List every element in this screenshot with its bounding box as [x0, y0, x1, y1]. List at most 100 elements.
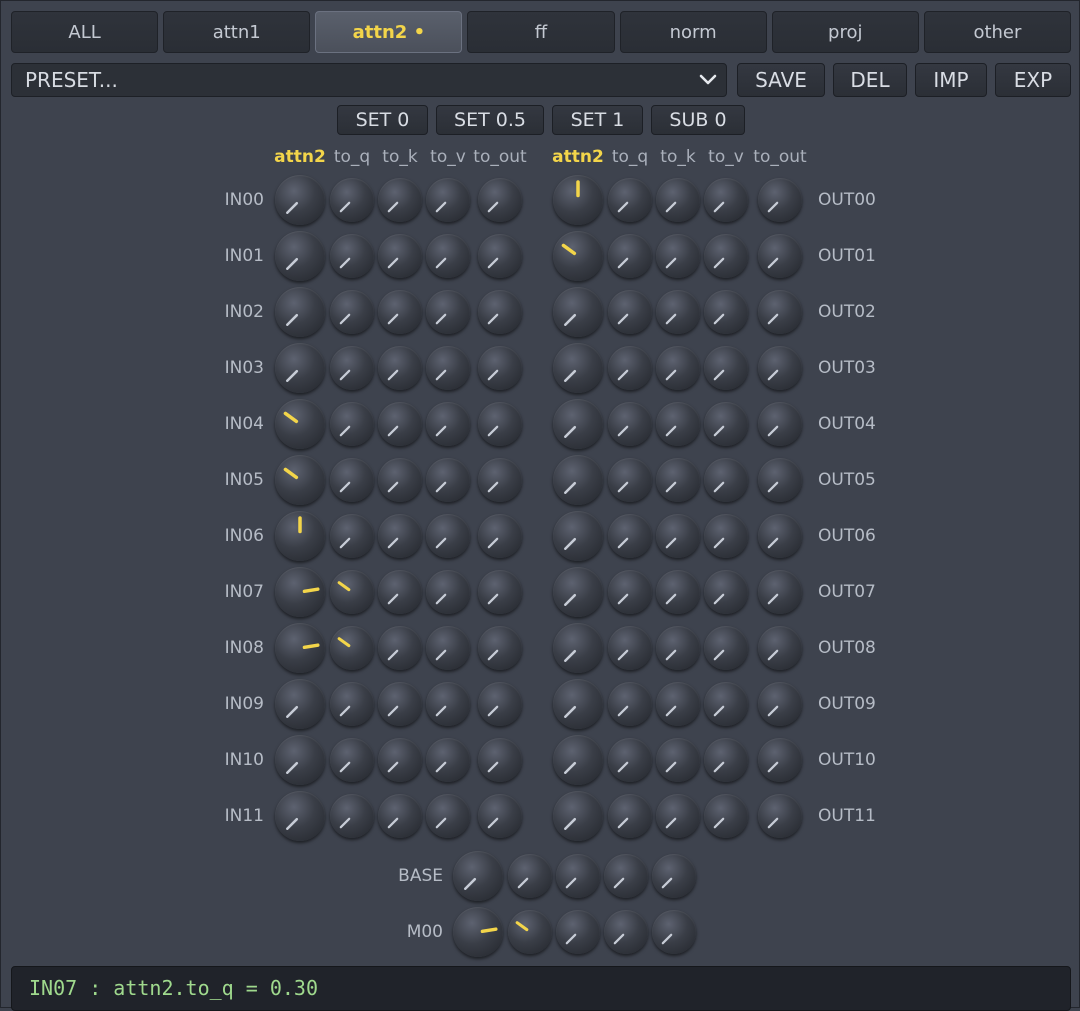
set-0-button[interactable]: SET 0 — [337, 105, 428, 135]
knob-in-3-3[interactable] — [426, 346, 470, 390]
knob-out-9-3[interactable] — [704, 682, 748, 726]
knob-in-10-1[interactable] — [330, 738, 374, 782]
export-button[interactable]: EXP — [995, 63, 1071, 97]
knob-out-0-1[interactable] — [608, 178, 652, 222]
knob-in-3-2[interactable] — [378, 346, 422, 390]
knob-in-6-3[interactable] — [426, 514, 470, 558]
knob-in-7-2[interactable] — [378, 570, 422, 614]
knob-in-0-3[interactable] — [426, 178, 470, 222]
tab-3[interactable]: ff — [467, 11, 615, 53]
knob-in-4-2[interactable] — [378, 402, 422, 446]
sub-0-button[interactable]: SUB 0 — [651, 105, 745, 135]
tab-2[interactable]: attn2 • — [315, 11, 463, 53]
tab-5[interactable]: proj — [771, 11, 919, 53]
knob-out-6-4[interactable] — [758, 514, 802, 558]
knob-in-8-4[interactable] — [478, 626, 522, 670]
knob-in-6-4[interactable] — [478, 514, 522, 558]
knob-in-10-4[interactable] — [478, 738, 522, 782]
knob-out-9-2[interactable] — [656, 682, 700, 726]
knob-out-11-2[interactable] — [656, 794, 700, 838]
knob-out-3-0[interactable] — [553, 343, 603, 393]
knob-out-7-2[interactable] — [656, 570, 700, 614]
knob-in-2-4[interactable] — [478, 290, 522, 334]
knob-out-5-2[interactable] — [656, 458, 700, 502]
knob-in-2-2[interactable] — [378, 290, 422, 334]
knob-out-8-1[interactable] — [608, 626, 652, 670]
knob-in-8-1[interactable] — [330, 626, 374, 670]
knob-in-6-1[interactable] — [330, 514, 374, 558]
knob-in-6-0[interactable] — [275, 511, 325, 561]
delete-button[interactable]: DEL — [833, 63, 907, 97]
knob-out-8-2[interactable] — [656, 626, 700, 670]
knob-out-7-3[interactable] — [704, 570, 748, 614]
knob-bottom-1-2[interactable] — [556, 910, 600, 954]
knob-in-11-0[interactable] — [275, 791, 325, 841]
set-1-button[interactable]: SET 1 — [552, 105, 643, 135]
knob-out-2-0[interactable] — [553, 287, 603, 337]
knob-in-4-1[interactable] — [330, 402, 374, 446]
knob-in-8-2[interactable] — [378, 626, 422, 670]
knob-in-5-1[interactable] — [330, 458, 374, 502]
knob-out-10-2[interactable] — [656, 738, 700, 782]
knob-out-6-1[interactable] — [608, 514, 652, 558]
knob-bottom-0-2[interactable] — [556, 854, 600, 898]
knob-in-10-3[interactable] — [426, 738, 470, 782]
knob-out-4-1[interactable] — [608, 402, 652, 446]
knob-out-9-0[interactable] — [553, 679, 603, 729]
knob-bottom-0-4[interactable] — [652, 854, 696, 898]
knob-out-3-3[interactable] — [704, 346, 748, 390]
knob-out-2-4[interactable] — [758, 290, 802, 334]
knob-out-1-2[interactable] — [656, 234, 700, 278]
knob-in-9-1[interactable] — [330, 682, 374, 726]
knob-in-3-4[interactable] — [478, 346, 522, 390]
preset-dropdown[interactable]: PRESET... — [11, 63, 727, 97]
knob-out-4-0[interactable] — [553, 399, 603, 449]
knob-bottom-1-3[interactable] — [604, 910, 648, 954]
tab-0[interactable]: ALL — [11, 11, 159, 53]
knob-out-5-0[interactable] — [553, 455, 603, 505]
knob-in-4-4[interactable] — [478, 402, 522, 446]
knob-in-11-3[interactable] — [426, 794, 470, 838]
knob-in-2-0[interactable] — [275, 287, 325, 337]
knob-bottom-1-1[interactable] — [508, 910, 552, 954]
knob-in-4-3[interactable] — [426, 402, 470, 446]
knob-in-2-3[interactable] — [426, 290, 470, 334]
knob-out-3-4[interactable] — [758, 346, 802, 390]
knob-out-7-4[interactable] — [758, 570, 802, 614]
knob-in-9-3[interactable] — [426, 682, 470, 726]
knob-out-2-1[interactable] — [608, 290, 652, 334]
knob-out-3-2[interactable] — [656, 346, 700, 390]
knob-out-4-2[interactable] — [656, 402, 700, 446]
knob-out-2-2[interactable] — [656, 290, 700, 334]
knob-bottom-1-4[interactable] — [652, 910, 696, 954]
knob-out-11-0[interactable] — [553, 791, 603, 841]
knob-out-1-3[interactable] — [704, 234, 748, 278]
knob-bottom-1-0[interactable] — [453, 907, 503, 957]
knob-bottom-0-1[interactable] — [508, 854, 552, 898]
knob-in-10-0[interactable] — [275, 735, 325, 785]
knob-out-7-1[interactable] — [608, 570, 652, 614]
knob-out-0-3[interactable] — [704, 178, 748, 222]
knob-in-7-0[interactable] — [275, 567, 325, 617]
knob-in-1-3[interactable] — [426, 234, 470, 278]
knob-in-5-4[interactable] — [478, 458, 522, 502]
knob-in-3-0[interactable] — [275, 343, 325, 393]
knob-in-2-1[interactable] — [330, 290, 374, 334]
knob-out-5-3[interactable] — [704, 458, 748, 502]
knob-in-0-4[interactable] — [478, 178, 522, 222]
knob-in-3-1[interactable] — [330, 346, 374, 390]
knob-out-11-4[interactable] — [758, 794, 802, 838]
knob-out-10-4[interactable] — [758, 738, 802, 782]
knob-in-4-0[interactable] — [275, 399, 325, 449]
knob-in-9-4[interactable] — [478, 682, 522, 726]
knob-out-8-4[interactable] — [758, 626, 802, 670]
knob-out-0-4[interactable] — [758, 178, 802, 222]
import-button[interactable]: IMP — [915, 63, 987, 97]
knob-out-1-0[interactable] — [553, 231, 603, 281]
knob-in-1-2[interactable] — [378, 234, 422, 278]
knob-in-5-0[interactable] — [275, 455, 325, 505]
knob-out-7-0[interactable] — [553, 567, 603, 617]
knob-in-5-2[interactable] — [378, 458, 422, 502]
knob-out-4-3[interactable] — [704, 402, 748, 446]
knob-bottom-0-3[interactable] — [604, 854, 648, 898]
